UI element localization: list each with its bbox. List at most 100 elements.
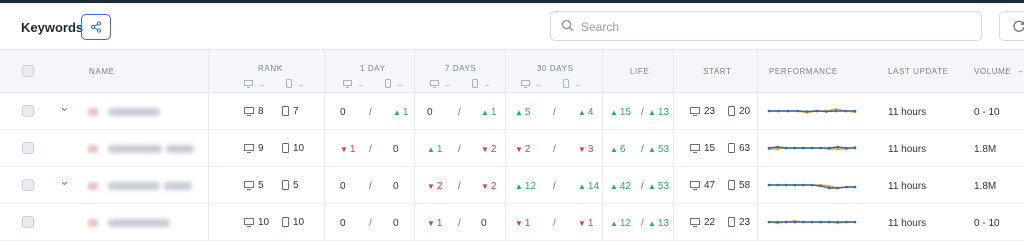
start-desktop: 47 [690, 180, 715, 191]
row-checkbox[interactable] [22, 142, 34, 154]
search-volume: 1.8M [974, 144, 997, 155]
mobile-icon [728, 180, 735, 191]
col-30days[interactable]: 30 DAYS [537, 64, 574, 73]
sparkline-point [796, 109, 799, 113]
life-mobile: ▲ 53 [648, 144, 669, 155]
life-desktop: ▲ 42 [610, 181, 631, 192]
change-separator: / [458, 107, 461, 118]
keywords-header: Keywords Search [0, 3, 1024, 49]
day30-desktop-value: 2 [524, 144, 531, 155]
start-desktop-value: 15 [704, 143, 716, 154]
sparkline-point [805, 110, 809, 113]
day7-desktop-value: 0 [427, 107, 433, 118]
change-separator: / [369, 218, 372, 229]
sparkline-point [810, 183, 814, 187]
mobile-icon [728, 143, 735, 154]
refresh-button[interactable] [999, 11, 1024, 41]
col-performance[interactable]: PERFORMANCE [769, 67, 838, 76]
page-title: Keywords [21, 20, 84, 35]
col-start[interactable]: START [703, 67, 731, 76]
rank-desktop-value: 8 [258, 106, 264, 117]
sparkline-point [793, 146, 797, 150]
sparkline-point [784, 220, 788, 224]
col-last-update[interactable]: LAST UPDATE [888, 67, 949, 76]
change-separator: / [369, 181, 372, 192]
day30-desktop-change: ▼ 1 [515, 218, 530, 229]
col-rank[interactable]: RANK [258, 64, 283, 73]
row-checkbox[interactable] [22, 179, 34, 191]
sparkline-point [819, 184, 822, 188]
row-checkbox[interactable] [22, 105, 34, 117]
chevron-down-icon[interactable]: ⌄ [59, 173, 70, 189]
day30-desktop-value: 5 [524, 107, 531, 118]
start-desktop: 23 [690, 106, 715, 117]
day7-desktop-change: ▲ 1 [427, 144, 442, 155]
day1-desktop-change: 0 [340, 107, 346, 118]
country-flag [88, 219, 98, 227]
day7-mobile-change: ▲ 1 [481, 107, 496, 118]
day7-mobile-value: 2 [490, 144, 497, 155]
rank-mobile: 5 [282, 180, 299, 191]
sparkline-point [845, 146, 848, 150]
day1-mobile-value: 0 [393, 218, 399, 229]
col-7days[interactable]: 7 DAYS [445, 64, 476, 73]
chevron-down-icon[interactable]: ⌄ [59, 99, 70, 115]
col-1day[interactable]: 1 DAY [360, 64, 386, 73]
day1-desktop-change: ▼ 1 [340, 144, 355, 155]
desktop-icon [244, 217, 254, 227]
sparkline-point [836, 186, 840, 190]
day7-mobile-value: 1 [490, 107, 497, 118]
trend-up-icon: ▲ [648, 108, 656, 117]
row-checkbox[interactable] [22, 216, 34, 228]
table-row[interactable]: 9 10 ▼ 1/0 ▲ 1/▼ 2 ▼ 2/▼ 3 ▲ 6/▲ 53 15 63 11 hours 1.8M [0, 130, 1024, 167]
search-volume: 0 - 10 [974, 107, 1000, 118]
sparkline-point [784, 146, 788, 150]
sparkline-point [819, 220, 822, 224]
trend-up-icon: ▲ [578, 182, 586, 191]
table-row[interactable]: 10 10 0/0 ▼ 1/0 ▼ 1/▼ 1 ▲ 12/▲ 13 22 23 11 hours 0 - 1… [0, 204, 1024, 241]
share-icon [90, 21, 102, 33]
day7-mobile-change: 0 [481, 218, 487, 229]
start-mobile: 20 [728, 106, 750, 117]
day1-mobile-value: 0 [393, 181, 399, 192]
sparkline-point [827, 186, 831, 190]
performance-sparkline [767, 107, 857, 114]
search-input[interactable]: Search [550, 11, 982, 41]
day7-desktop-value: 2 [436, 181, 443, 192]
sparkline-point [834, 109, 838, 113]
rank-desktop: 8 [244, 106, 264, 117]
start-desktop-value: 23 [704, 106, 716, 117]
rank-desktop: 10 [244, 217, 269, 228]
trend-up-icon: ▲ [610, 182, 618, 191]
change-separator: / [641, 144, 644, 155]
life-mobile-value: 53 [657, 144, 670, 155]
sparkline-point [767, 146, 771, 150]
start-mobile: 63 [728, 143, 750, 154]
table-row[interactable]: ⌄ 5 5 0/0 ▼ 2/▼ 2 ▲ 12/▲ 14 ▲ 42/▲ 53 47 58 11 hours 1.8… [0, 167, 1024, 204]
desktop-icon [690, 143, 700, 153]
col-name[interactable]: NAME [89, 67, 115, 76]
col-life[interactable]: LIFE [630, 67, 649, 76]
trend-up-icon: ▲ [648, 145, 656, 154]
keyword-name-redacted [108, 219, 170, 227]
table-row[interactable]: ⌄ 8 7 0/▲ 1 0/▲ 1 ▲ 5/▲ 4 ▲ 15/▲ 13 23 20 11 hours 0 - 1… [0, 93, 1024, 130]
day30-mobile-change: ▼ 3 [578, 144, 593, 155]
trend-up-icon: ▲ [515, 108, 523, 117]
day7-desktop-change: ▼ 2 [427, 181, 442, 192]
share-button[interactable] [81, 14, 111, 40]
start-desktop-value: 22 [704, 217, 716, 228]
day1-desktop-value: 0 [340, 181, 346, 192]
change-separator: / [553, 144, 556, 155]
col-volume[interactable]: VOLUME – [974, 67, 1023, 76]
select-all-checkbox[interactable] [22, 65, 34, 77]
sparkline-point [853, 185, 857, 189]
change-separator: / [369, 107, 372, 118]
rank-desktop-value: 9 [258, 143, 264, 154]
rank-desktop-dash: – [259, 81, 264, 90]
desktop-icon [244, 106, 254, 116]
day7-mobile-value: 2 [490, 181, 497, 192]
desktop-icon [244, 143, 254, 153]
trend-down-icon: ▼ [481, 182, 489, 191]
desktop-icon [343, 79, 352, 88]
start-mobile: 23 [728, 217, 750, 228]
